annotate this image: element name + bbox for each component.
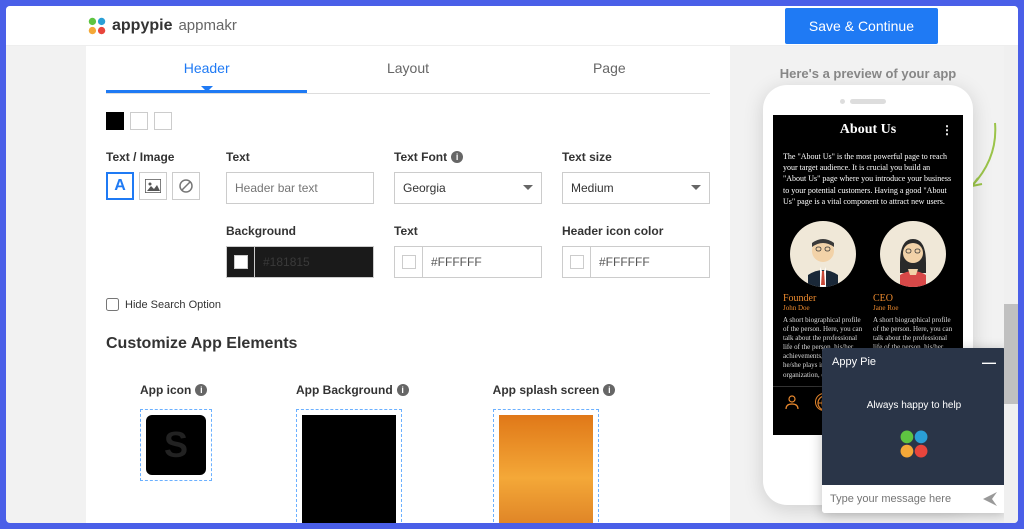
profile-name: John Doe xyxy=(783,304,863,312)
theme-color-selector xyxy=(106,112,710,130)
none-mode-button[interactable] xyxy=(172,172,200,200)
color-swatch-2[interactable] xyxy=(130,112,148,130)
font-select[interactable]: Georgia xyxy=(394,172,542,204)
app-icon-label: App iconi xyxy=(140,383,212,397)
color-swatch-3[interactable] xyxy=(154,112,172,130)
icon-color-input[interactable]: #FFFFFF xyxy=(562,246,710,278)
text-image-label: Text / Image xyxy=(106,150,206,164)
font-label: Text Fonti xyxy=(394,150,542,164)
brand-logo: appypie appmakr xyxy=(86,15,237,37)
minimize-icon[interactable]: — xyxy=(982,354,996,370)
chat-widget: Appy Pie — Always happy to help xyxy=(822,348,1006,513)
kebab-menu-icon[interactable]: ⋮ xyxy=(941,123,953,138)
brand-subname: appmakr xyxy=(178,17,236,34)
save-continue-button[interactable]: Save & Continue xyxy=(785,8,938,44)
top-bar: appypie appmakr Save & Continue xyxy=(6,6,1018,46)
app-splash-preview xyxy=(499,415,593,523)
app-background-preview xyxy=(302,415,396,523)
send-icon[interactable] xyxy=(982,491,998,507)
chat-title: Appy Pie xyxy=(832,356,876,368)
app-background-label: App Backgroundi xyxy=(296,383,409,397)
info-icon[interactable]: i xyxy=(603,384,615,396)
screen-title: About Us xyxy=(840,122,896,138)
screen-description: The "About Us" is the most powerful page… xyxy=(773,145,963,213)
tab-header[interactable]: Header xyxy=(106,46,307,93)
icon-color-label: Header icon color xyxy=(562,224,710,238)
hide-search-checkbox[interactable] xyxy=(106,298,119,311)
profile-role: CEO xyxy=(873,293,953,304)
chat-logo-icon xyxy=(897,427,931,461)
scrollbar[interactable] xyxy=(1004,46,1018,523)
hide-search-checkbox-label[interactable]: Hide Search Option xyxy=(106,298,710,311)
appypie-logo-icon xyxy=(86,15,108,37)
preview-panel: Here's a preview of your app About Us ⋮ … xyxy=(738,46,1018,523)
app-splash-upload[interactable] xyxy=(493,409,599,523)
tab-page[interactable]: Page xyxy=(509,46,710,93)
profile-name: Jane Roe xyxy=(873,304,953,312)
profile-role: Founder xyxy=(783,293,863,304)
chat-greeting: Always happy to help xyxy=(867,400,962,411)
avatar-male xyxy=(790,221,856,287)
app-background-upload[interactable] xyxy=(296,409,402,523)
avatar-female xyxy=(880,221,946,287)
app-icon-preview: S xyxy=(146,415,206,475)
user-icon xyxy=(783,393,801,411)
size-select[interactable]: Medium xyxy=(562,172,710,204)
preview-title: Here's a preview of your app xyxy=(738,66,998,81)
text-color-input[interactable]: #FFFFFF xyxy=(394,246,542,278)
background-color-input[interactable]: #181815 xyxy=(226,246,374,278)
customize-elements-title: Customize App Elements xyxy=(106,335,710,353)
image-mode-button[interactable] xyxy=(139,172,167,200)
text-field-label: Text xyxy=(226,150,374,164)
text-mode-button[interactable]: A xyxy=(106,172,134,200)
app-splash-label: App splash screeni xyxy=(493,383,616,397)
brand-name: appypie xyxy=(112,17,172,35)
image-icon xyxy=(145,179,161,193)
editor-panel: Header Layout Page Text / Image A xyxy=(86,46,730,523)
letter-a-icon: A xyxy=(114,177,126,195)
chat-header: Appy Pie — xyxy=(822,348,1006,376)
scroll-thumb[interactable] xyxy=(1004,304,1018,404)
header-text-input[interactable] xyxy=(226,172,374,204)
info-icon[interactable]: i xyxy=(397,384,409,396)
tab-layout[interactable]: Layout xyxy=(307,46,508,93)
info-icon[interactable]: i xyxy=(451,151,463,163)
ban-icon xyxy=(178,178,194,194)
background-label: Background xyxy=(226,224,374,238)
size-label: Text size xyxy=(562,150,710,164)
chat-input[interactable] xyxy=(830,493,982,505)
editor-tabs: Header Layout Page xyxy=(106,46,710,94)
info-icon[interactable]: i xyxy=(195,384,207,396)
app-icon-upload[interactable]: S xyxy=(140,409,212,481)
color-swatch-black[interactable] xyxy=(106,112,124,130)
text-color-label: Text xyxy=(394,224,542,238)
